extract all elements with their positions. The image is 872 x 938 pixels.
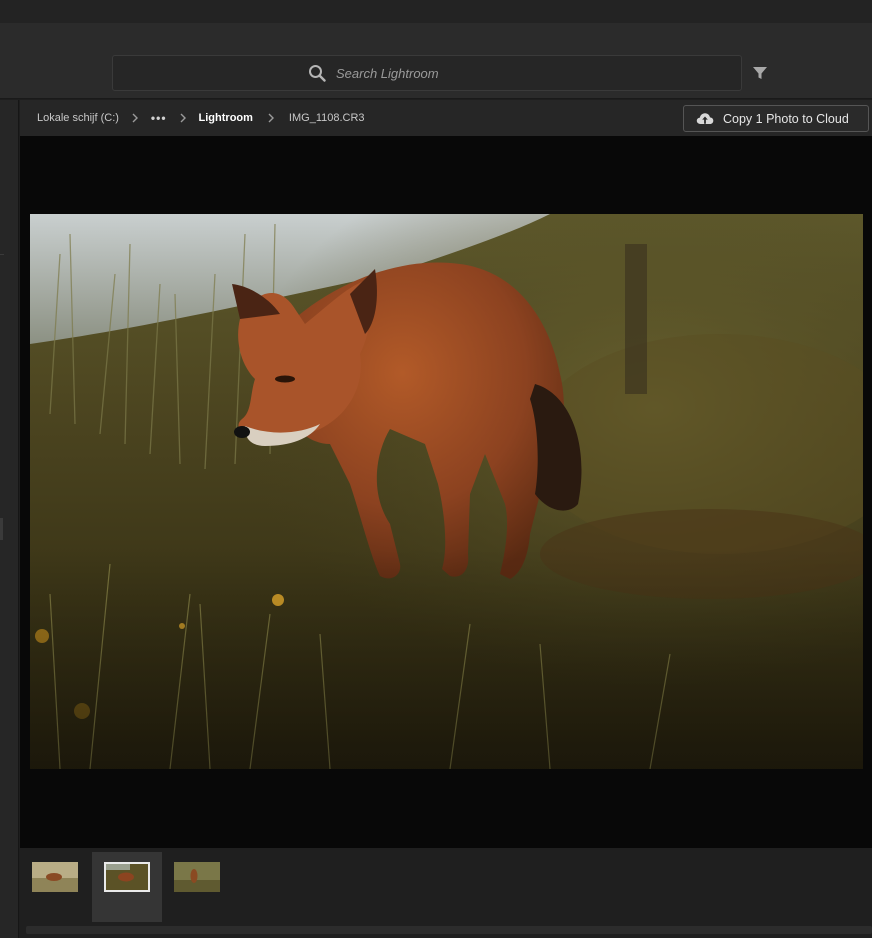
thumbnail-image — [106, 864, 148, 890]
breadcrumb-item-lightroom[interactable]: Lightroom — [199, 112, 253, 124]
chevron-right-icon — [268, 113, 274, 123]
search-icon — [309, 65, 326, 82]
left-panel-rail[interactable] — [0, 100, 19, 938]
main-photo[interactable] — [30, 214, 863, 769]
title-bar — [0, 0, 872, 23]
thumbnail-3[interactable] — [174, 862, 220, 892]
cloud-upload-icon — [696, 112, 714, 124]
thumbnail-image — [32, 862, 78, 892]
breadcrumb-item-drive[interactable]: Lokale schijf (C:) — [37, 112, 119, 124]
rail-divider — [0, 254, 4, 255]
fox-photo-image — [30, 214, 863, 769]
filmstrip-scrollbar[interactable] — [26, 926, 872, 934]
search-box[interactable] — [112, 55, 742, 91]
filter-icon[interactable] — [752, 65, 768, 81]
search-input[interactable] — [336, 65, 486, 81]
copy-to-cloud-button[interactable]: Copy 1 Photo to Cloud — [683, 105, 869, 132]
breadcrumb-more-icon[interactable]: ••• — [151, 111, 167, 125]
top-toolbar — [0, 23, 872, 99]
panel-toggle-handle[interactable] — [0, 518, 3, 540]
filmstrip — [20, 848, 872, 938]
photo-viewer[interactable] — [20, 136, 872, 848]
thumbnail-2[interactable] — [104, 862, 150, 892]
thumbnail-1[interactable] — [32, 862, 78, 892]
breadcrumb-item-file[interactable]: IMG_1108.CR3 — [289, 112, 365, 124]
copy-to-cloud-label: Copy 1 Photo to Cloud — [723, 111, 849, 126]
chevron-right-icon — [180, 113, 186, 123]
thumbnail-image — [174, 862, 220, 892]
chevron-right-icon — [132, 113, 138, 123]
